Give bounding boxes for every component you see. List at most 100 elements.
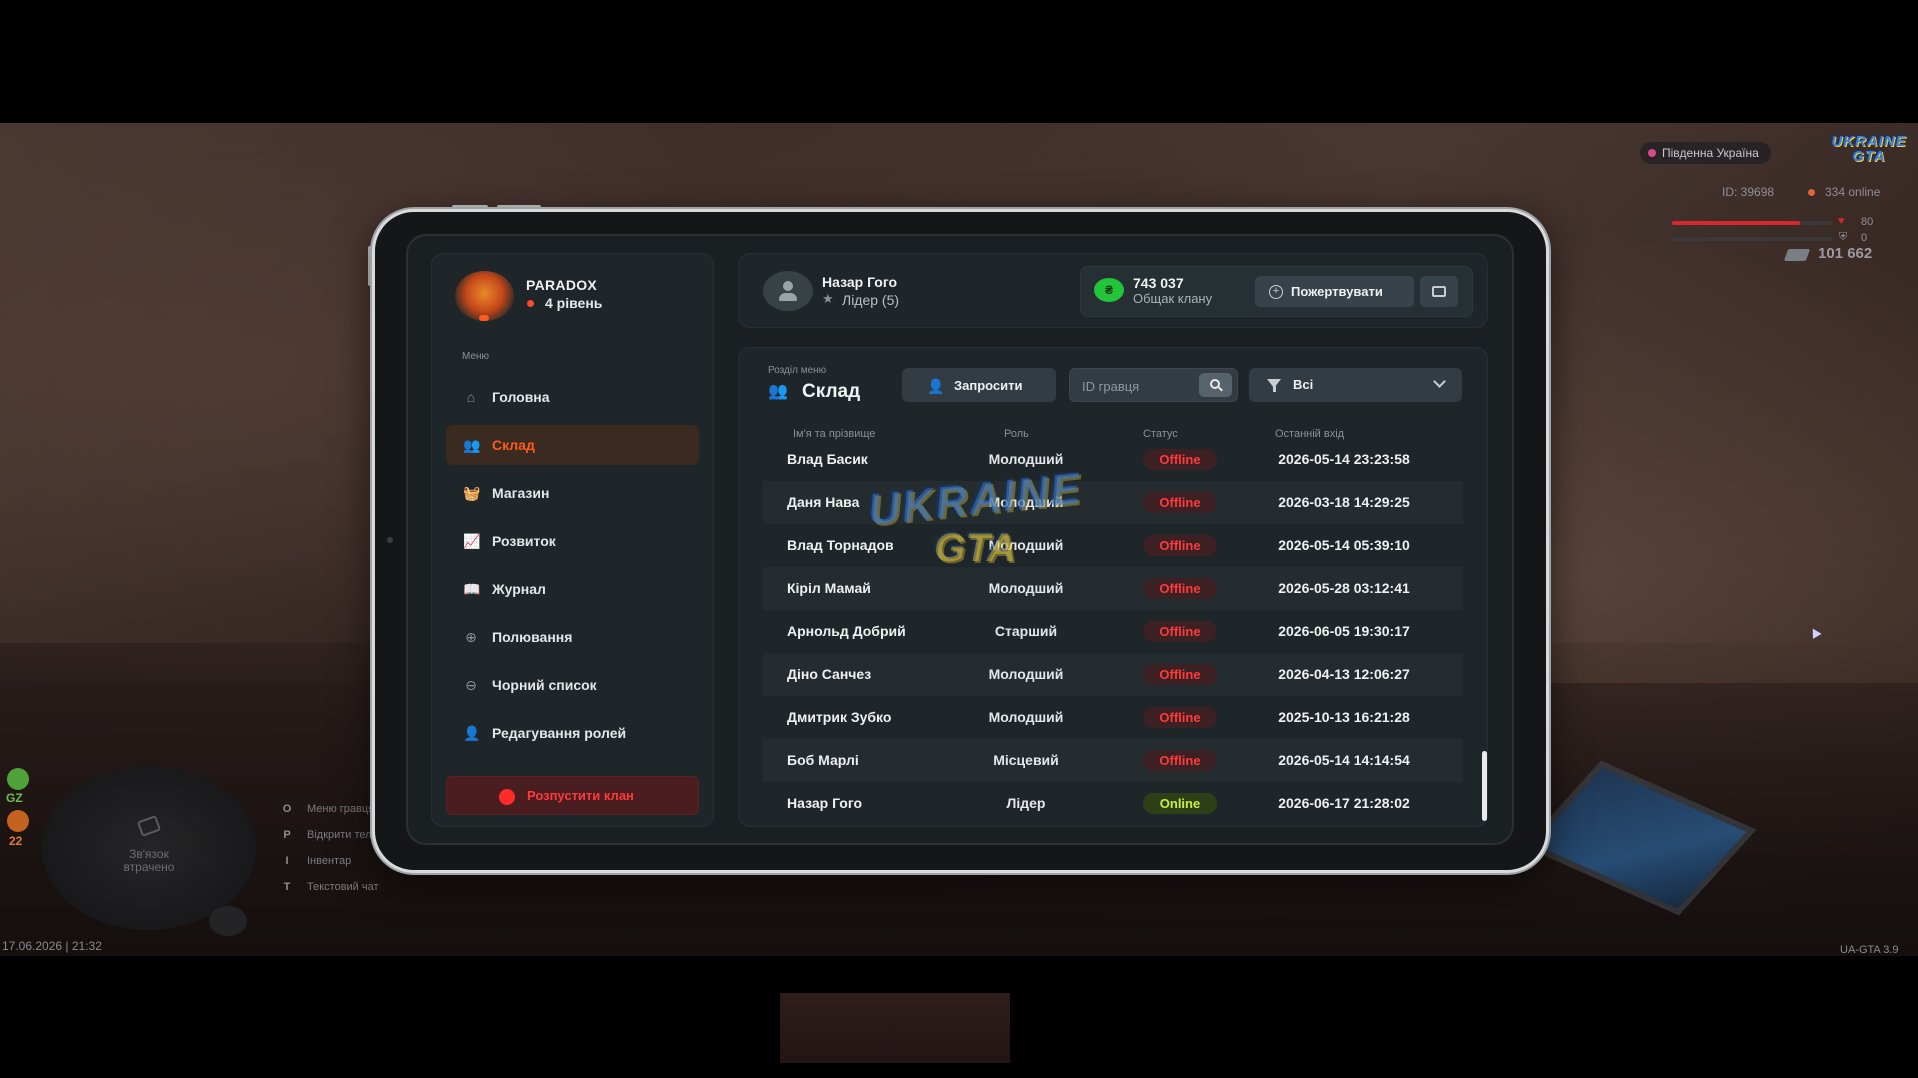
table-row[interactable]: Діно Санчез Молодший Offline 2026-04-13 12:… [763,653,1463,696]
basket-icon: 🧺 [463,485,481,501]
home-icon: ⌂ [466,389,476,405]
plus-circle-icon: + [1269,285,1283,299]
member-role: Молодший [988,537,1064,553]
health-bar [1672,221,1832,225]
table-row[interactable]: Влад Басик Молодший Offline 2026-05-14 23:2… [763,448,1463,481]
health-bar-fill [1672,221,1800,225]
user-edit-icon: 👤 [463,725,481,741]
sidebar-item[interactable]: ⊕ Полювання [446,617,699,657]
bank-label: Общак клану [1133,291,1213,306]
wanted-icon [7,810,29,832]
section-caption: Розділ меню [768,365,827,376]
armor-value: 0 [1861,232,1868,244]
search-input[interactable] [1082,377,1192,395]
sidebar-item[interactable]: ⌂ Головна [446,377,699,417]
member-name: Діно Санчез [787,666,872,682]
status-badge: Offline [1143,707,1217,728]
member-name: Дмитрик Зубко [787,709,892,725]
last-login: 2026-04-13 12:06:27 [1278,666,1410,682]
people-icon: 👥 [768,383,788,400]
table-row[interactable]: Дмитрик Зубко Молодший Offline 2025-10-13 1… [763,696,1463,739]
wanted-count: 22 [9,834,23,848]
clan-logo [455,271,514,321]
status-filter-select[interactable]: Всі [1249,368,1462,402]
target-icon: ⊕ [465,629,477,645]
game-logo: UKRAINE GTA [1831,133,1907,165]
member-role: Молодший [988,494,1064,510]
status-badge: Offline [1143,535,1217,556]
sidebar-item[interactable]: 👤 Редагування ролей [446,713,699,753]
column-header-role: Роль [1004,428,1029,440]
filter-value: Всі [1293,377,1314,392]
table-row[interactable]: Кіріл Мамай Молодший Offline 2026-05-28 03:… [763,567,1463,610]
table-row[interactable]: Назар Гого Лідер Online 2026-06-17 21:28:02 [763,782,1463,825]
minimap-status: Зв'язок втрачено [123,847,175,874]
last-login: 2026-05-14 14:14:54 [1278,752,1410,768]
last-login: 2026-03-18 14:29:25 [1278,494,1410,510]
member-role: Місцевий [993,752,1059,768]
search-button[interactable] [1199,373,1232,397]
table-row[interactable]: Влад Торнадов Молодший Offline 2026-05-14 0… [763,524,1463,567]
member-name: Влад Торнадов [787,537,894,553]
member-role: Лідер [1006,795,1046,811]
invite-button[interactable]: 👤 Запросити [902,368,1056,402]
armor-bar [1672,237,1832,241]
section-title: Склад [802,381,861,402]
column-header-status: Статус [1143,428,1178,440]
sidebar-item[interactable]: 📈 Розвиток [446,521,699,561]
donate-button[interactable]: + Пожертвувати [1255,276,1414,307]
disband-clan-button[interactable]: Розпустити клан [446,776,699,815]
online-count: 334 online [1825,185,1881,199]
sidebar-item-label: Полювання [492,629,573,645]
column-header-name: Ім'я та прізвище [793,428,876,440]
table-row[interactable]: Арнольд Добрий Старший Offline 2026-06-05 1… [763,610,1463,653]
member-role: Молодший [988,666,1064,682]
menu-caption: Меню [462,351,490,362]
member-name: Арнольд Добрий [787,623,906,639]
add-user-icon: 👤 [927,378,945,394]
online-icon [1808,189,1815,196]
user-name: Назар Гого [822,274,898,290]
status-badge: Offline [1143,449,1217,470]
disband-icon [499,789,515,805]
health-value: 80 [1861,216,1874,228]
status-badge: Offline [1143,578,1217,599]
sidebar-item-label: Магазин [492,485,550,501]
avatar [763,271,813,311]
table-row[interactable]: Боб Марлі Місцевий Offline 2026-05-14 14:14… [763,739,1463,782]
chair-prop [780,993,1010,1063]
microphone-icon[interactable] [209,906,247,936]
status-badge: Online [1143,793,1217,814]
chart-icon: 📈 [463,533,481,549]
game-version: UA-GTA 3.9 [1840,944,1899,956]
wallet-button[interactable] [1420,276,1458,307]
status-badge: Offline [1143,664,1217,685]
member-name: Даня Нава [787,494,860,510]
status-badge: Offline [1143,621,1217,642]
column-header-last-login: Останній вхід [1275,428,1345,440]
hotkey-label: Текстовий чат [307,881,379,893]
table-row[interactable]: Даня Нава Молодший Offline 2026-03-18 14:29… [763,481,1463,524]
hotkey-key: O [282,803,292,815]
hotkey-label: Меню гравця [307,803,375,815]
datetime: 17.06.2026 | 21:32 [2,939,102,953]
sidebar-item[interactable]: 🧺 Магазин [446,473,699,513]
shield-icon: ⛨ [1839,231,1848,243]
donate-label: Пожертвувати [1291,284,1383,299]
invite-label: Запросити [954,378,1023,393]
disband-label: Розпустити клан [527,788,634,803]
sidebar-item[interactable]: ⊖ Чорний список [446,665,699,705]
sidebar-item[interactable]: 👥 Склад [446,425,699,465]
wallet-icon [1432,286,1446,297]
gz-icon [7,768,29,790]
star-icon: ★ [822,291,834,306]
clan-name: PARADOX [526,277,598,293]
sidebar-item-label: Редагування ролей [492,725,627,741]
sidebar-item[interactable]: 📖 Журнал [446,569,699,609]
table-scrollbar[interactable] [1482,751,1487,821]
server-icon [1648,149,1656,157]
last-login: 2026-05-14 23:23:58 [1278,451,1410,467]
member-role: Молодший [988,580,1064,596]
status-badge: Offline [1143,492,1217,513]
camera-icon [387,537,393,543]
